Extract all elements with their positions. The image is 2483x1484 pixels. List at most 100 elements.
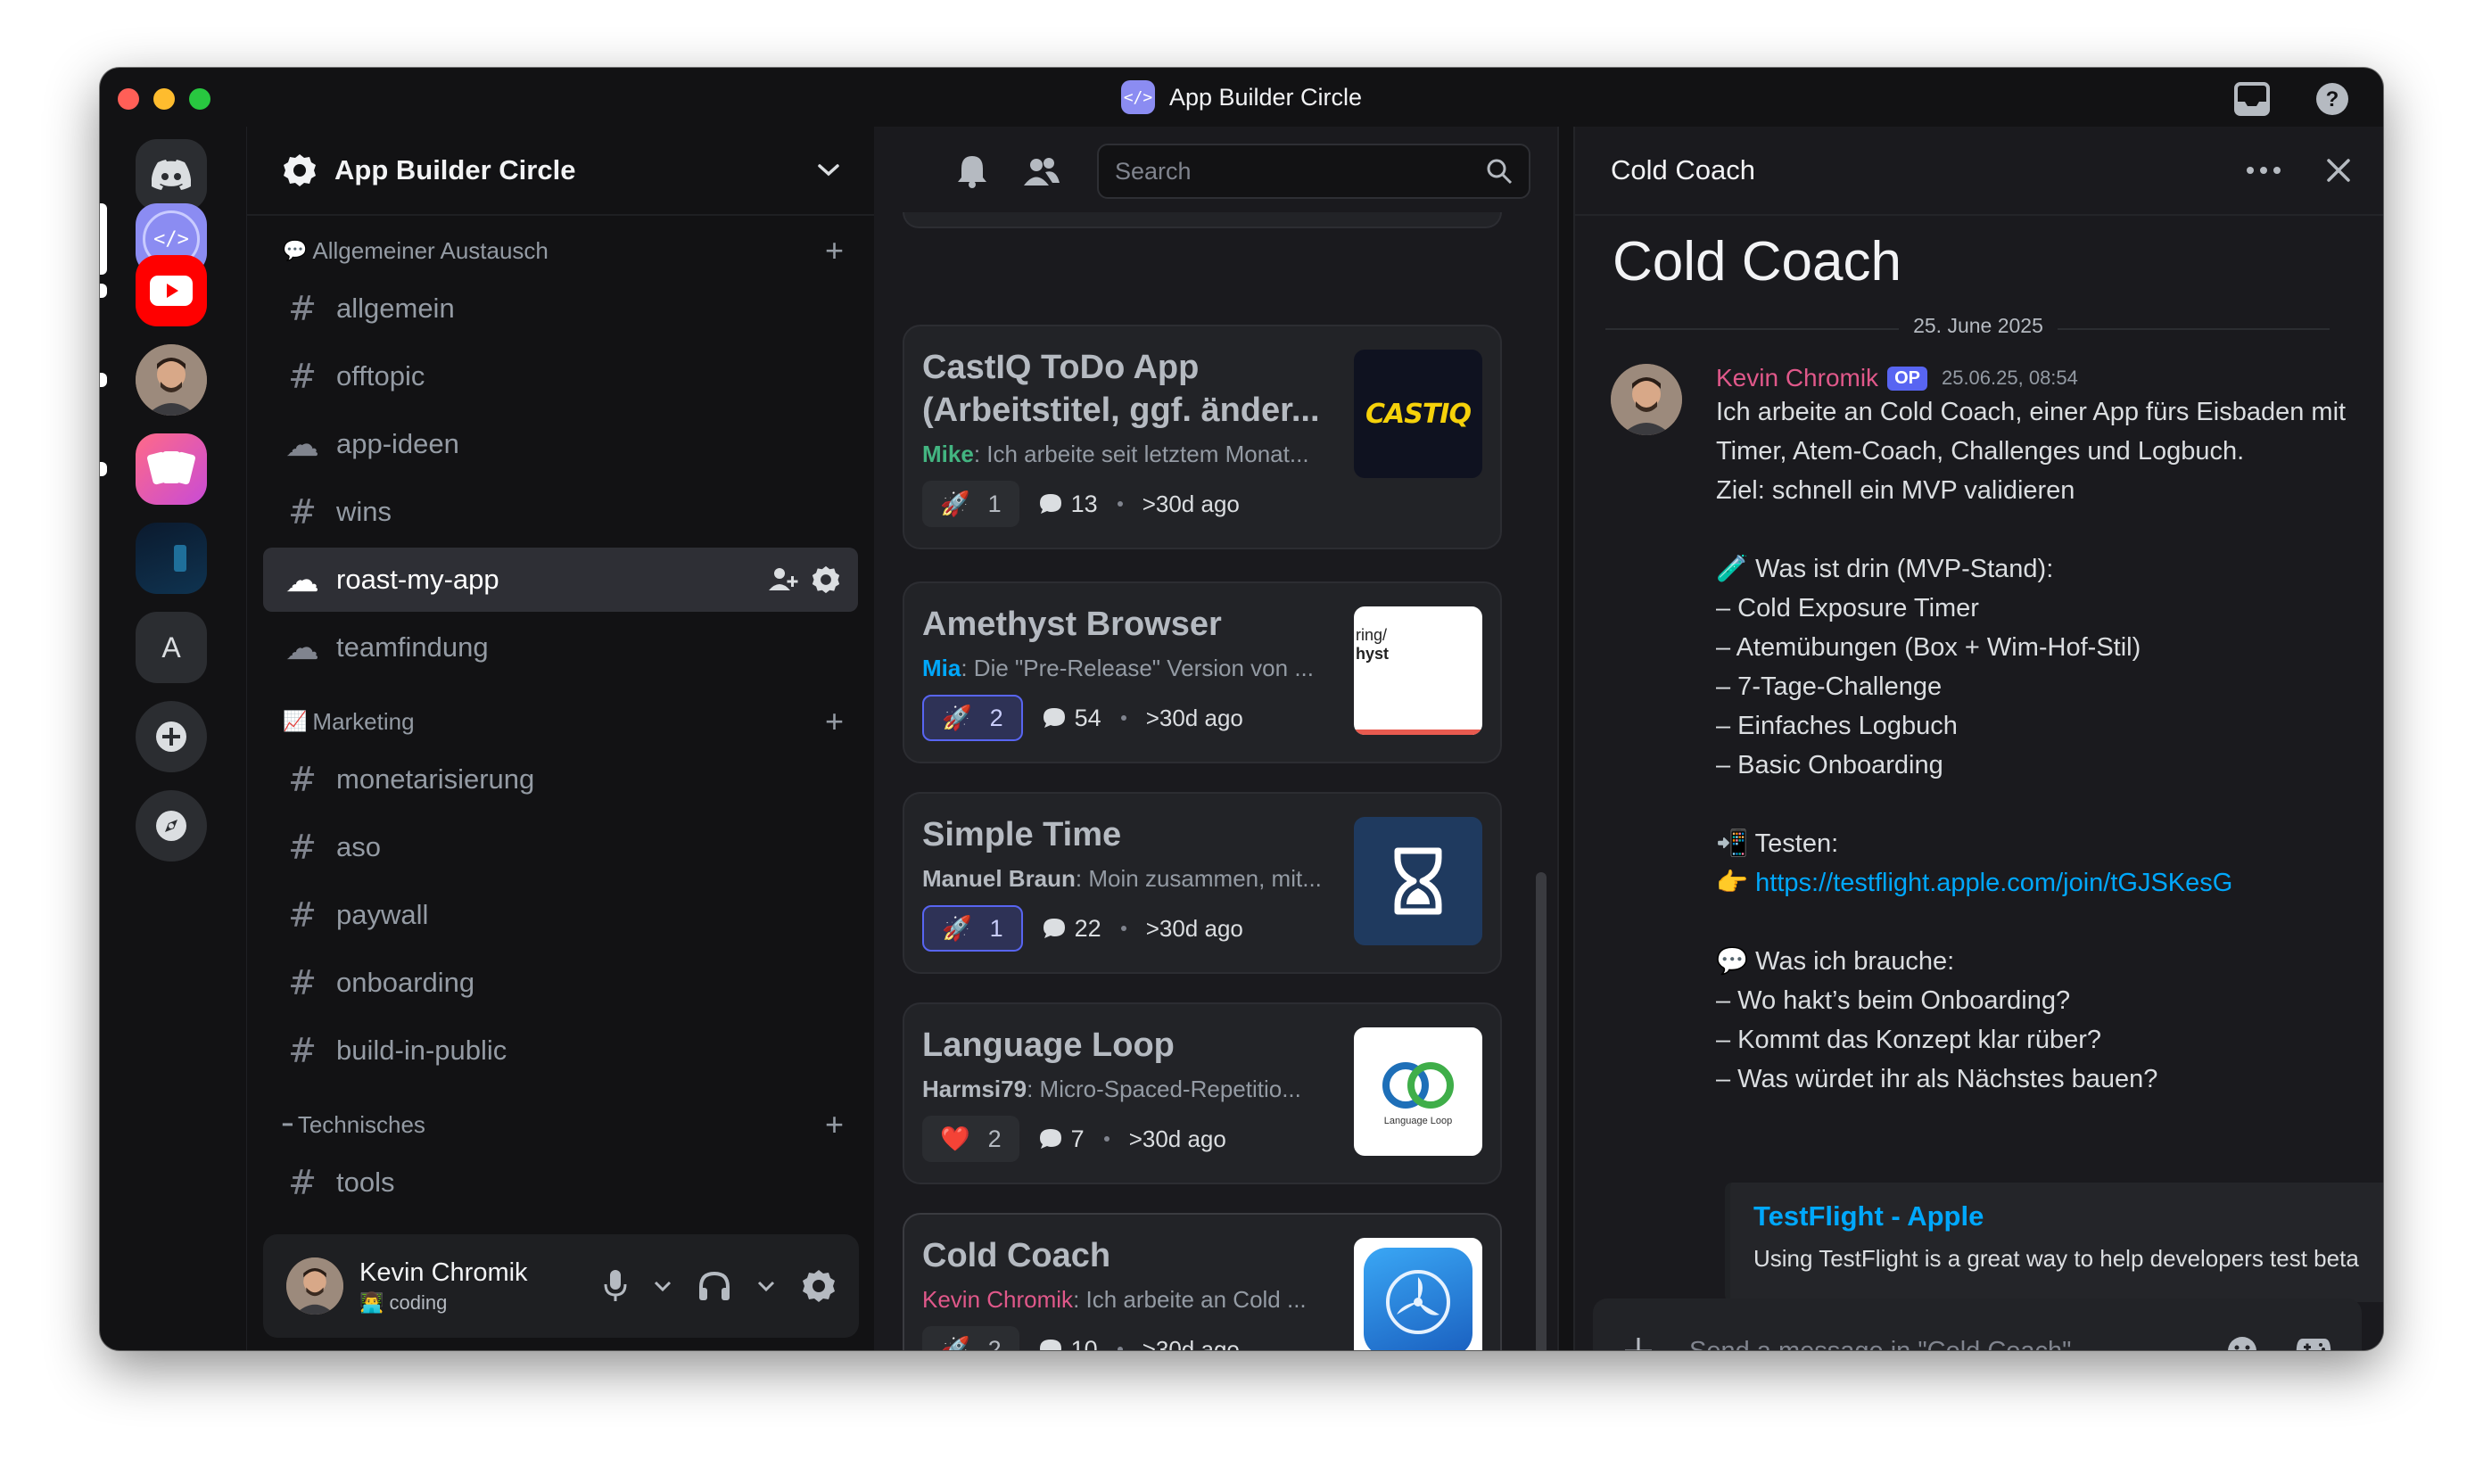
channel-wins[interactable]: # wins [263,480,858,544]
user-settings-icon[interactable] [802,1269,836,1303]
add-channel-icon[interactable]: + [825,705,844,738]
notification-bell-icon[interactable] [956,154,988,188]
channel-settings-icon[interactable] [812,565,840,594]
category-label: Allgemeiner Austausch [312,236,549,264]
server-youtube[interactable] [136,255,207,326]
forum-post-card-selected[interactable]: Cold Coach Kevin Chromik: Ich arbeite an… [903,1213,1502,1350]
members-icon[interactable] [1024,156,1060,186]
logo-caption: Language Loop [1383,1116,1453,1126]
category-marketing[interactable]: 📈 Marketing + [247,699,874,744]
forum-post-card[interactable]: Simple Time Manuel Braun: Moin zusammen,… [903,792,1502,974]
category-general[interactable]: 💬 Allgemeiner Austausch + [247,228,874,273]
user-info[interactable]: Kevin Chromik 👨‍💻 coding [359,1258,528,1315]
discord-home-button[interactable] [136,139,207,210]
gamepad-icon[interactable] [2296,1335,2331,1350]
channel-label: tools [336,1167,395,1198]
text-channel-icon: # [288,760,317,799]
discover-button[interactable] [136,790,207,862]
speech-bubble-icon: 💬 [283,239,308,261]
comment-bubble-icon [1039,1340,1061,1350]
category-tech[interactable]: ━ Technisches + [247,1102,874,1147]
channel-monetarisierung[interactable]: # monetarisierung [263,747,858,812]
close-icon[interactable] [2326,158,2351,183]
more-options-icon[interactable] [2246,166,2281,175]
server-kevin[interactable] [136,344,207,416]
comment-bubble-icon [1043,708,1065,728]
invite-member-icon[interactable] [769,565,799,592]
reaction-button[interactable]: ❤️ 2 [922,1116,1019,1162]
channel-label: allgemein [336,293,455,324]
post-age: >30d ago [1142,490,1240,517]
channel-label: aso [336,831,381,862]
text-channel-icon: # [288,1031,317,1070]
guild-header[interactable]: App Builder Circle [247,127,874,216]
emoji-icon[interactable] [2226,1335,2258,1350]
channel-onboarding[interactable]: # onboarding [263,951,858,1015]
forum-channel-icon: ☁ [285,628,319,667]
embed-title[interactable]: TestFlight - Apple [1753,1200,2372,1233]
user-panel: Kevin Chromik 👨‍💻 coding [263,1234,859,1338]
search-box[interactable]: Search [1097,144,1530,199]
comment-count: 13 [1039,491,1098,518]
cold-coach-app-icon [1364,1248,1472,1350]
text-channel-icon: # [288,492,317,532]
chevron-down-icon[interactable] [654,1281,672,1291]
channel-build-in-public[interactable]: # build-in-public [263,1018,858,1083]
channel-roast-my-app[interactable]: ☁ roast-my-app [263,548,858,612]
reaction-count: 2 [989,704,1003,731]
channel-allgemein[interactable]: # allgemein [263,276,858,341]
forum-scrollbar[interactable] [1536,872,1547,1350]
add-server-button[interactable] [136,701,207,772]
channel-label: build-in-public [336,1035,507,1066]
zoom-window-button[interactable] [189,88,210,110]
channel-app-ideen[interactable]: ☁ app-ideen [263,412,858,476]
app-window: </> App Builder Circle ? </> A App Build… [100,68,2383,1350]
add-channel-icon[interactable]: + [825,1109,844,1141]
help-icon[interactable]: ? [2314,80,2351,118]
post-age: >30d ago [1142,1335,1240,1351]
channel-teamfindung[interactable]: ☁ teamfindung [263,615,858,680]
reaction-button[interactable]: 🚀 1 [922,905,1023,952]
add-channel-icon[interactable]: + [825,235,844,267]
forum-post-card[interactable]: CastIQ ToDo App (Arbeitstitel, ggf. ände… [903,325,1502,549]
add-attachment-icon[interactable] [1623,1336,1654,1350]
reaction-button[interactable]: 🚀 2 [922,695,1023,741]
channel-tools[interactable]: # tools [263,1150,858,1215]
thread-header-title: Cold Coach [1611,154,1755,186]
post-author: Harmsi79 [922,1076,1027,1102]
reaction-button[interactable]: 🚀 1 [922,481,1019,527]
chevron-down-icon[interactable] [757,1281,775,1291]
message-composer[interactable]: Send a message in "Cold Coach" [1593,1298,2362,1350]
person-avatar-icon [136,344,207,416]
server-cards-app[interactable] [136,433,207,505]
server-code-icon: </> [1120,80,1155,114]
user-avatar[interactable] [286,1257,343,1315]
channel-paywall[interactable]: # paywall [263,883,858,947]
minimize-window-button[interactable] [153,88,175,110]
channel-aso[interactable]: # aso [263,815,858,879]
inbox-icon[interactable] [2233,80,2271,118]
reaction-button[interactable]: 🚀 2 [922,1326,1019,1350]
close-window-button[interactable] [118,88,139,110]
post-age: >30d ago [1145,914,1243,942]
user-status: 👨‍💻 coding [359,1291,528,1315]
post-preview: Kevin Chromik: Ich arbeite an Cold ... [922,1286,1307,1313]
server-dark[interactable] [136,523,207,594]
microphone-icon[interactable] [604,1270,627,1302]
dash-icon: ━ [283,1115,293,1134]
forum-post-card[interactable]: Amethyst Browser Mia: Die "Pre-Release" … [903,581,1502,763]
chevron-down-icon [818,164,839,177]
forum-post-card-partial[interactable] [903,212,1502,228]
post-preview-text: Ich arbeite an Cold ... [1085,1286,1307,1313]
forum-post-card[interactable]: Language Loop Harmsi79: Micro-Spaced-Rep… [903,1002,1502,1184]
server-a[interactable]: A [136,612,207,683]
server-rail: </> A [100,127,246,1350]
link-embed[interactable]: TestFlight - Apple Using TestFlight is a… [1725,1183,2383,1302]
reaction-count: 2 [987,1125,1002,1152]
person-avatar-icon [286,1257,343,1315]
post-thumbnail [1354,817,1482,945]
headphones-icon[interactable] [698,1271,730,1301]
channel-offtopic[interactable]: # offtopic [263,344,858,408]
post-preview-text: Micro-Spaced-Repetitio... [1039,1076,1301,1102]
forum-toolbar: Search [874,127,1557,216]
